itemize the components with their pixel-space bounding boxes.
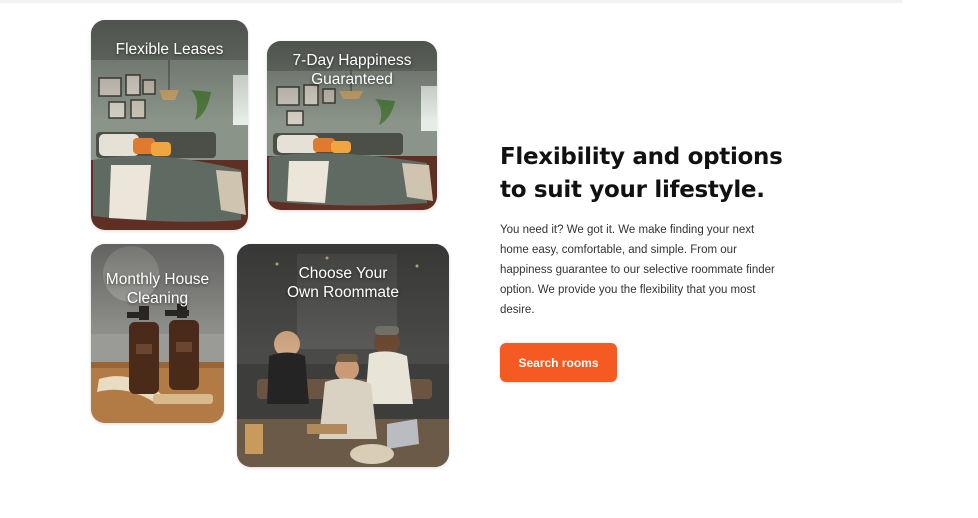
feature-label: Choose Your Own Roommate (287, 265, 399, 301)
feature-card-flexible-leases: Flexible Leases (91, 20, 248, 230)
feature-label: Monthly House Cleaning (105, 271, 210, 307)
feature-label: 7-Day Happiness Guaranteed (292, 52, 412, 88)
section-heading: Flexibility and options to suit your lif… (500, 144, 783, 203)
top-divider (0, 0, 902, 3)
feature-label: Flexible Leases (115, 41, 224, 58)
search-rooms-button[interactable]: Search rooms (500, 343, 617, 382)
feature-card-house-cleaning: Monthly House Cleaning (91, 244, 224, 423)
feature-card-happiness-guarantee: 7-Day Happiness Guaranteed (267, 41, 437, 210)
label-shade (91, 20, 248, 121)
section-description: You need it? We got it. We make finding … (500, 224, 775, 316)
feature-card-roommate-finder: Choose Your Own Roommate (237, 244, 449, 467)
